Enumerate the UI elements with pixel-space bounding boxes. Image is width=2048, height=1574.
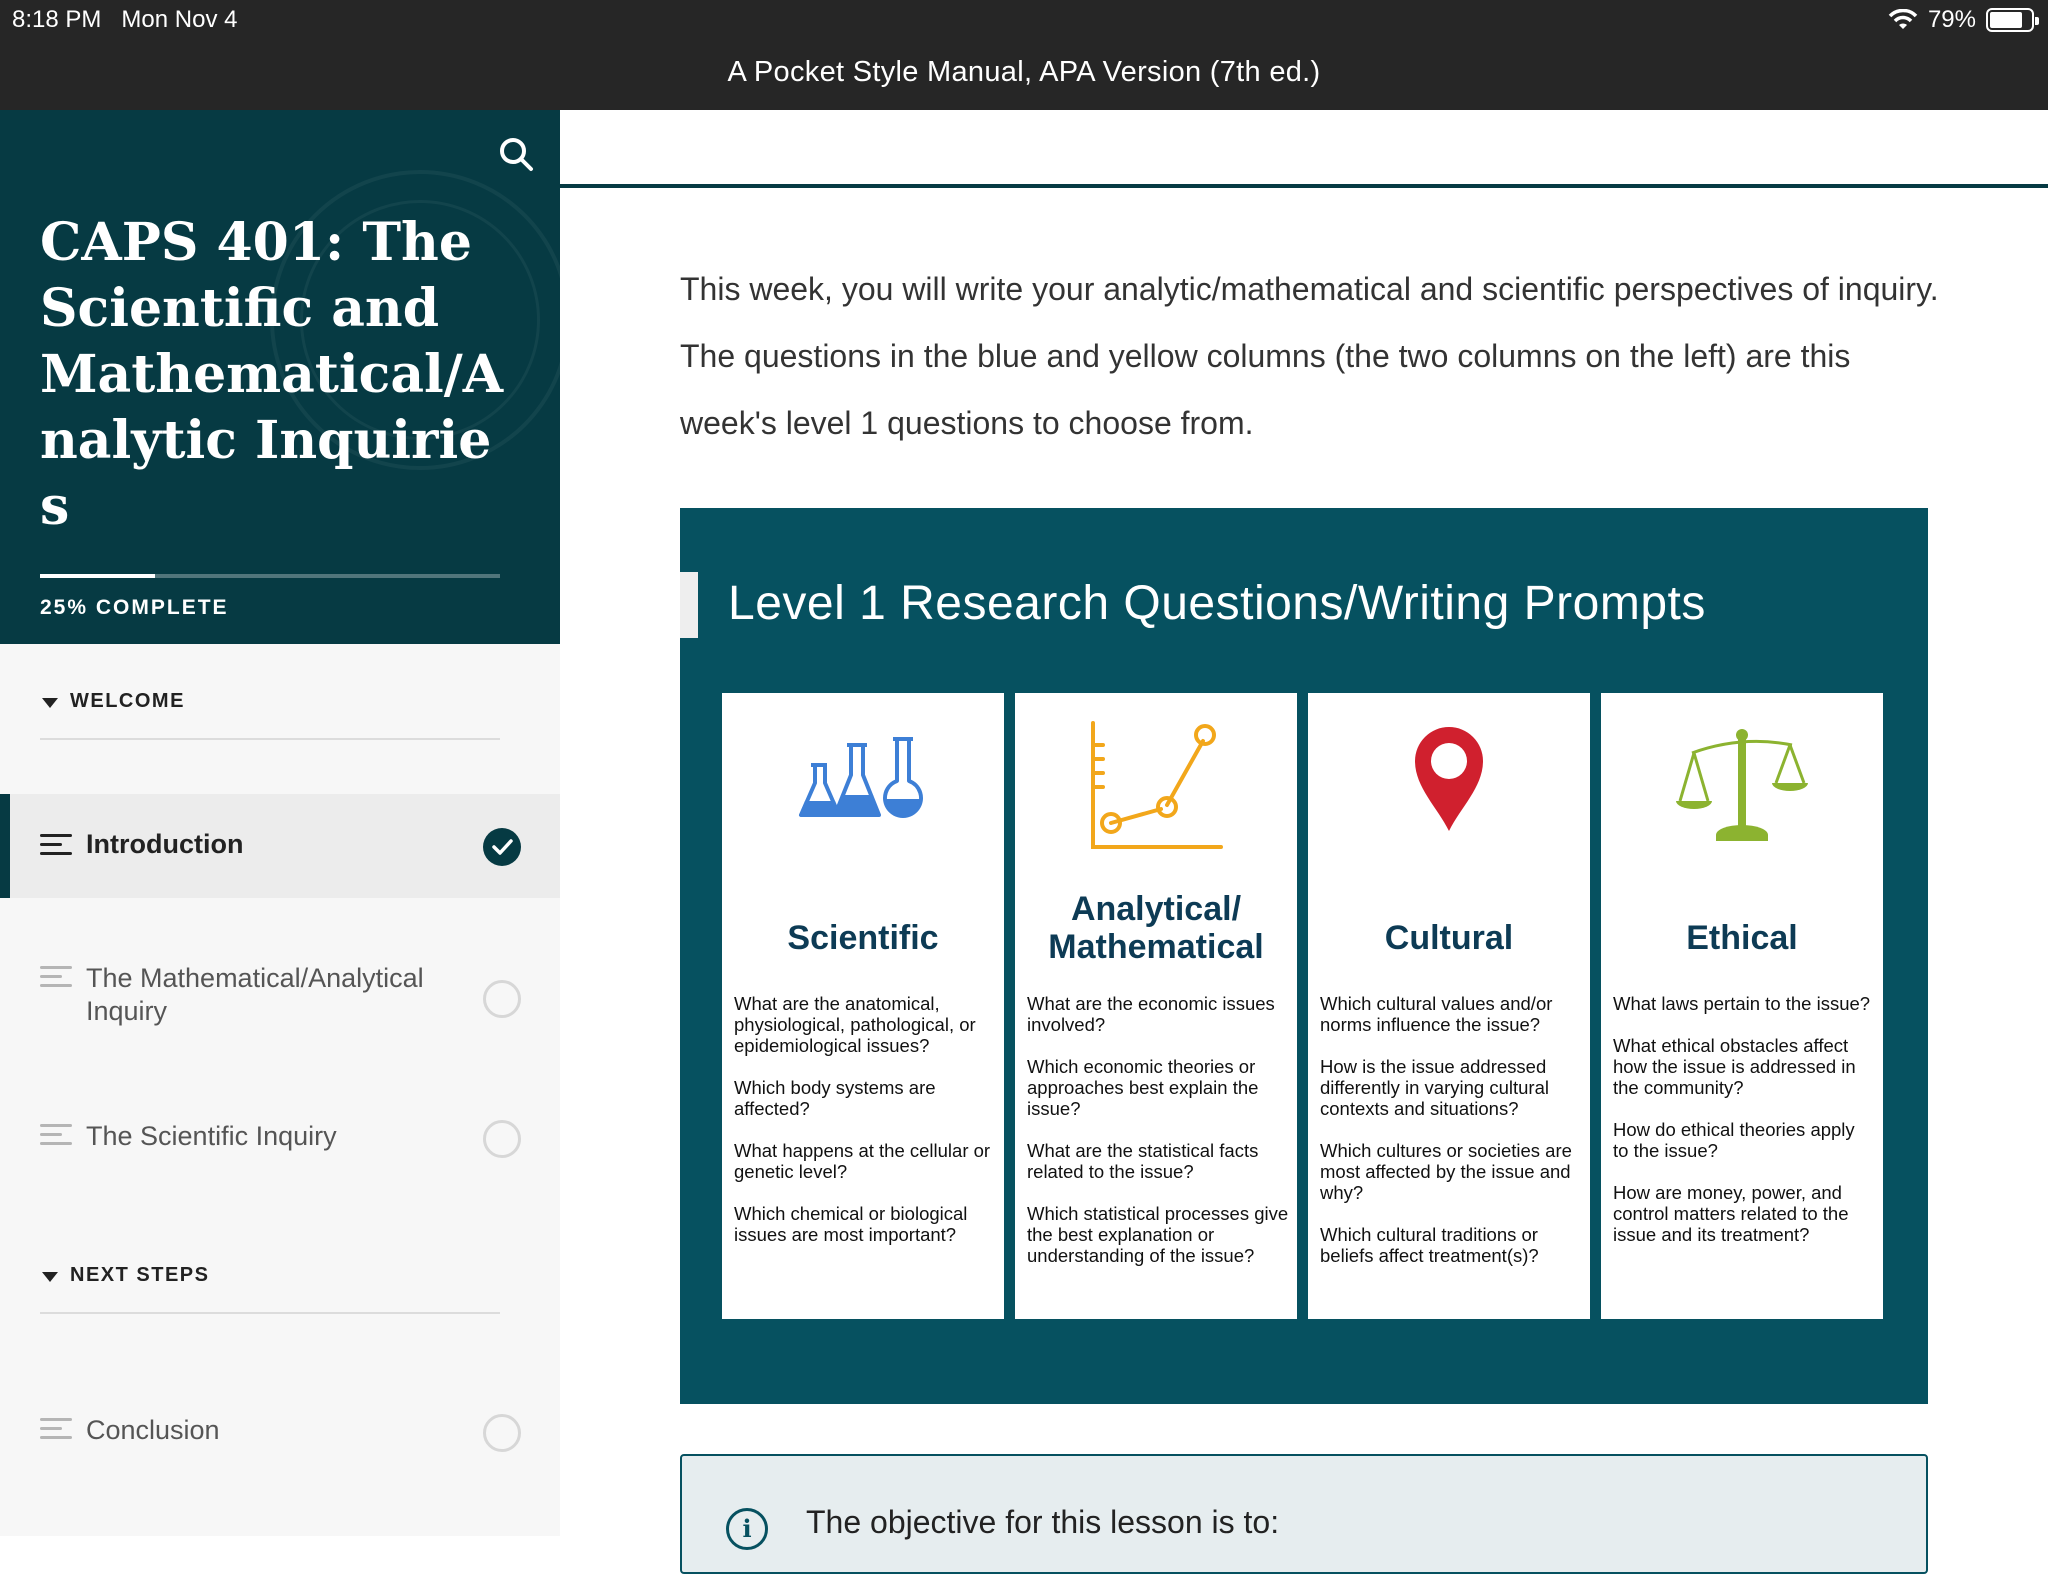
- line-chart-icon: [1091, 721, 1223, 849]
- progress-fill: [40, 574, 155, 578]
- question: How is the issue addressed differently i…: [1320, 1056, 1549, 1119]
- question: What are the statistical facts related t…: [1027, 1140, 1259, 1182]
- question-list: What laws pertain to the issue? What eth…: [1613, 993, 1875, 1266]
- lesson-list-icon: [40, 966, 72, 992]
- course-header: CAPS 401: The Scientific and Mathematica…: [0, 110, 560, 644]
- flasks-icon: [799, 737, 923, 818]
- panel-accent-bar: [680, 572, 698, 638]
- section-label: NEXT STEPS: [70, 1264, 210, 1286]
- wifi-icon: [1888, 9, 1918, 29]
- battery-icon: [1986, 8, 2039, 32]
- lesson-mathematical-inquiry[interactable]: The Mathematical/Analytical Inquiry: [0, 946, 560, 1066]
- question: Which cultures or societies are most aff…: [1320, 1140, 1572, 1203]
- intro-paragraph: This week, you will write your analytic/…: [680, 271, 1939, 441]
- lesson-scientific-inquiry[interactable]: The Scientific Inquiry: [0, 1106, 560, 1186]
- card-scientific: Scientific What are the anatomical, phys…: [722, 693, 1004, 1319]
- incomplete-circle-icon: [483, 1120, 521, 1158]
- section-label: WELCOME: [70, 690, 185, 712]
- card-cultural: Cultural Which cultural values and/or no…: [1308, 693, 1590, 1319]
- status-date: Mon Nov 4: [121, 6, 238, 33]
- course-sidebar: CAPS 401: The Scientific and Mathematica…: [0, 110, 560, 1536]
- section-welcome[interactable]: WELCOME: [40, 684, 500, 740]
- battery-level: [1990, 12, 2022, 28]
- lesson-label: The Mathematical/Analytical Inquiry: [86, 963, 424, 1026]
- section-next-steps[interactable]: NEXT STEPS: [40, 1258, 500, 1314]
- progress-bar: [40, 574, 500, 578]
- map-pin-icon: [1415, 727, 1483, 831]
- battery-percent: 79%: [1927, 6, 1976, 33]
- question: Which cultural traditions or beliefs aff…: [1320, 1224, 1539, 1266]
- lesson-introduction[interactable]: Introduction: [0, 794, 560, 898]
- question-list: What are the anatomical, physiological, …: [734, 993, 996, 1266]
- question-list: What are the economic issues involved? W…: [1027, 993, 1289, 1287]
- question: What are the economic issues involved?: [1027, 993, 1275, 1035]
- progress-label: 25% COMPLETE: [40, 596, 229, 619]
- panel-title: Level 1 Research Questions/Writing Promp…: [728, 577, 1706, 630]
- question: Which statistical processes give the bes…: [1027, 1203, 1289, 1266]
- question: Which cultural values and/or norms influ…: [1320, 993, 1553, 1035]
- card-title: Cultural: [1384, 919, 1514, 957]
- lesson-label: Conclusion: [86, 1415, 220, 1445]
- prompts-panel: Level 1 Research Questions/Writing Promp…: [680, 508, 1928, 1404]
- question: How are money, power, and control matter…: [1613, 1182, 1849, 1245]
- question: Which chemical or biological issues are …: [734, 1203, 968, 1245]
- status-right: 79%: [1888, 6, 2039, 34]
- check-icon: [483, 828, 521, 866]
- question: How do ethical theories apply to the iss…: [1613, 1119, 1855, 1161]
- question: What ethical obstacles affect how the is…: [1613, 1035, 1856, 1098]
- lesson-conclusion[interactable]: Conclusion: [0, 1400, 560, 1480]
- status-time: 8:18 PM: [12, 6, 102, 33]
- question-list: Which cultural values and/or norms influ…: [1320, 993, 1582, 1287]
- card-title: Analytical/ Mathematical: [1048, 890, 1264, 966]
- question: What are the anatomical, physiological, …: [734, 993, 976, 1056]
- objective-callout: i The objective for this lesson is to:: [680, 1454, 1928, 1574]
- status-bar: 8:18 PM Mon Nov 4 79% A Pocket Style Man…: [0, 0, 2048, 110]
- caret-down-icon: [42, 1272, 58, 1282]
- app-title: A Pocket Style Manual, APA Version (7th …: [727, 56, 1321, 88]
- status-time-date: 8:18 PM Mon Nov 4: [12, 6, 237, 34]
- info-icon: i: [726, 1508, 768, 1550]
- search-icon[interactable]: [496, 134, 536, 174]
- card-title: Ethical: [1686, 919, 1798, 957]
- lesson-content: This week, you will write your analytic/…: [560, 110, 2048, 1574]
- course-title: CAPS 401: The Scientific and Mathematica…: [40, 212, 504, 537]
- incomplete-circle-icon: [483, 980, 521, 1018]
- question: Which body systems are affected?: [734, 1077, 936, 1119]
- content-top-border: [560, 184, 2048, 188]
- lesson-list-icon: [40, 834, 72, 860]
- lesson-list-icon: [40, 1124, 72, 1150]
- question: Which economic theories or approaches be…: [1027, 1056, 1259, 1119]
- card-title: Scientific: [787, 919, 939, 957]
- question: What laws pertain to the issue?: [1613, 993, 1871, 1014]
- card-ethical: Ethical What laws pertain to the issue? …: [1601, 693, 1883, 1319]
- caret-down-icon: [42, 698, 58, 708]
- question: What happens at the cellular or genetic …: [734, 1140, 991, 1182]
- lesson-list-icon: [40, 1418, 72, 1444]
- card-analytical-mathematical: Analytical/ Mathematical What are the ec…: [1015, 693, 1297, 1319]
- lesson-label: Introduction: [86, 829, 244, 859]
- incomplete-circle-icon: [483, 1414, 521, 1452]
- lesson-label: The Scientific Inquiry: [86, 1121, 337, 1151]
- objective-text: The objective for this lesson is to:: [806, 1504, 1280, 1540]
- scales-icon: [1676, 729, 1808, 841]
